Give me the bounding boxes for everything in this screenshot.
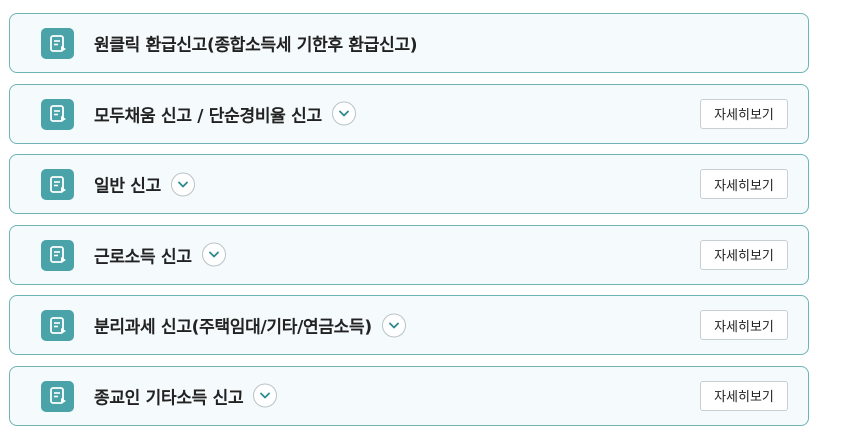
expand-toggle-button[interactable]	[381, 313, 406, 337]
expand-toggle-button[interactable]	[331, 101, 356, 126]
chevron-down-icon	[178, 181, 188, 187]
expand-toggle-button[interactable]	[201, 242, 226, 267]
filing-item-title: 모두채움 신고 / 단순경비율 신고	[94, 106, 322, 126]
document-play-icon	[41, 98, 74, 130]
filing-item-prefilled-simple[interactable]: 모두채움 신고 / 단순경비율 신고 자세히보기	[9, 83, 809, 144]
filing-item-title: 근로소득 신고	[94, 247, 192, 267]
filing-item-title-wrap: 모두채움 신고 / 단순경비율 신고	[94, 101, 356, 126]
filing-item-title: 일반 신고	[94, 176, 161, 197]
view-details-button[interactable]: 자세히보기	[700, 239, 788, 270]
filing-item-earned-income[interactable]: 근로소득 신고 자세히보기	[9, 224, 809, 285]
filing-item-general[interactable]: 일반 신고 자세히보기	[9, 154, 809, 214]
document-play-icon	[41, 169, 74, 200]
filing-menu-list: 원클릭 환급신고(종합소득세 기한후 환급신고) 모두채움 신고 / 단순경비율…	[9, 13, 809, 436]
document-play-icon	[41, 380, 74, 412]
filing-item-title: 분리과세 신고(주택임대/기타/연금소득)	[94, 317, 372, 338]
filing-item-separate-taxation[interactable]: 분리과세 신고(주택임대/기타/연금소득) 자세히보기	[9, 295, 809, 355]
view-details-button[interactable]: 자세히보기	[700, 98, 788, 129]
filing-item-title-wrap: 종교인 기타소득 신고	[94, 383, 278, 408]
filing-item-title-wrap: 원클릭 환급신고(종합소득세 기한후 환급신고)	[94, 31, 418, 56]
chevron-down-icon	[338, 110, 349, 117]
filing-item-title: 원클릭 환급신고(종합소득세 기한후 환급신고)	[94, 35, 418, 56]
view-details-button[interactable]: 자세히보기	[700, 310, 788, 340]
filing-item-oneclick-refund[interactable]: 원클릭 환급신고(종합소득세 기한후 환급신고)	[9, 13, 809, 73]
filing-item-religious-income[interactable]: 종교인 기타소득 신고 자세히보기	[9, 365, 809, 426]
filing-item-title-wrap: 근로소득 신고	[94, 242, 226, 267]
expand-toggle-button[interactable]	[170, 172, 195, 196]
filing-item-title-wrap: 분리과세 신고(주택임대/기타/연금소득)	[94, 313, 406, 338]
chevron-down-icon	[260, 392, 271, 399]
expand-toggle-button[interactable]	[253, 383, 278, 408]
view-details-button[interactable]: 자세히보기	[700, 380, 788, 411]
document-play-icon	[41, 239, 74, 271]
chevron-down-icon	[208, 251, 219, 258]
filing-item-title: 종교인 기타소득 신고	[94, 388, 244, 408]
chevron-down-icon	[388, 322, 399, 328]
document-play-icon	[41, 28, 74, 59]
view-details-button[interactable]: 자세히보기	[700, 169, 788, 199]
document-play-icon	[41, 310, 74, 341]
filing-item-title-wrap: 일반 신고	[94, 172, 195, 197]
